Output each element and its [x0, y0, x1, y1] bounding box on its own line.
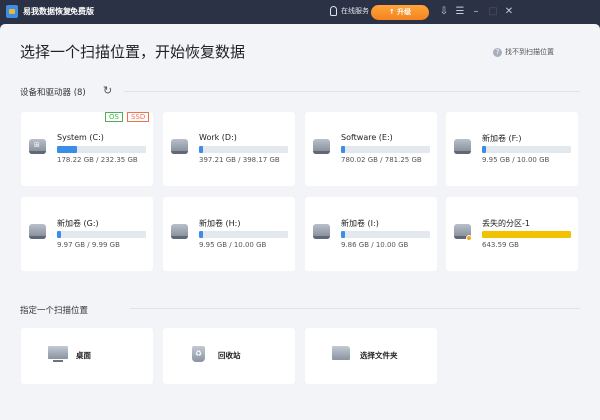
usage-fill	[341, 146, 345, 153]
ssd-badge: SSD	[127, 112, 150, 122]
drive-icon	[171, 224, 188, 239]
usage-bar	[482, 231, 571, 238]
location-label: 回收站	[218, 351, 241, 360]
usage-fill	[341, 231, 345, 238]
drive-name: Software (E:)	[341, 133, 393, 142]
locations-section-title: 指定一个扫描位置	[20, 306, 89, 316]
drive-card[interactable]: 新加卷 (F:) 9.95 GB / 10.00 GB	[446, 112, 578, 186]
usage-fill	[57, 146, 78, 153]
windows-drive-icon: ⊞	[29, 139, 46, 154]
location-card[interactable]: 桌面	[21, 328, 153, 384]
drive-size: 178.22 GB / 232.35 GB	[57, 156, 138, 164]
help-label: 找不到扫描位置	[505, 48, 554, 56]
usage-bar	[199, 231, 288, 238]
main-panel: 选择一个扫描位置，开始恢复数据 ? 找不到扫描位置 设备和驱动器 (8) ↻ 指定…	[0, 24, 600, 420]
close-icon[interactable]: ✕	[503, 6, 515, 18]
drive-icon	[454, 139, 471, 154]
edition-label: 免费版	[70, 7, 94, 16]
divider	[130, 308, 580, 309]
drive-name: 新加卷 (F:)	[482, 134, 522, 143]
minimize-icon[interactable]: –	[470, 6, 482, 18]
usage-fill	[199, 146, 203, 153]
folder-icon	[332, 346, 350, 360]
drive-card[interactable]: ⊞ System (C:) 178.22 GB / 232.35 GB	[21, 112, 153, 186]
drive-name: System (C:)	[57, 133, 104, 142]
drive-card[interactable]: 新加卷 (G:) 9.97 GB / 9.99 GB	[21, 197, 153, 271]
drive-size: 643.59 GB	[482, 241, 519, 249]
drive-size: 9.86 GB / 10.00 GB	[341, 241, 409, 249]
usage-fill	[57, 231, 61, 238]
arrow-up-icon: ↑	[388, 8, 398, 16]
title-bar: 易我数据恢复 免费版 在线服务 ↑ 升级 ⇩ ☰ – □ ✕	[0, 0, 600, 25]
drive-name: 新加卷 (I:)	[341, 219, 379, 228]
drive-name: 新加卷 (G:)	[57, 219, 99, 228]
page-title: 选择一个扫描位置，开始恢复数据	[20, 43, 246, 61]
drive-icon	[29, 224, 46, 239]
help-link[interactable]: ? 找不到扫描位置	[493, 47, 554, 57]
drive-icon	[313, 224, 330, 239]
refresh-icon[interactable]: ↻	[103, 84, 112, 97]
usage-bar	[341, 146, 430, 153]
usage-bar	[482, 146, 571, 153]
drive-card[interactable]: 丢失的分区-1 643.59 GB	[446, 197, 578, 271]
desktop-icon	[48, 346, 68, 363]
location-card[interactable]: 选择文件夹	[305, 328, 437, 384]
warning-dot-icon	[466, 235, 472, 241]
maximize-icon[interactable]: □	[487, 6, 499, 18]
drive-card[interactable]: Software (E:) 780.02 GB / 781.25 GB	[305, 112, 437, 186]
usage-bar	[57, 146, 146, 153]
usage-fill	[482, 231, 571, 238]
usage-bar	[199, 146, 288, 153]
usage-bar	[57, 231, 146, 238]
usage-bar	[341, 231, 430, 238]
drive-size: 780.02 GB / 781.25 GB	[341, 156, 422, 164]
drive-card[interactable]: 新加卷 (I:) 9.86 GB / 10.00 GB	[305, 197, 437, 271]
drive-name: 新加卷 (H:)	[199, 219, 241, 228]
usage-fill	[482, 146, 486, 153]
upgrade-label: 升级	[397, 8, 412, 16]
usage-fill	[199, 231, 203, 238]
upgrade-button[interactable]: ↑ 升级	[371, 5, 429, 20]
drive-card[interactable]: 新加卷 (H:) 9.95 GB / 10.00 GB	[163, 197, 295, 271]
question-icon: ?	[493, 48, 502, 57]
drive-name: 丢失的分区-1	[482, 219, 530, 228]
drive-size: 9.95 GB / 10.00 GB	[482, 156, 550, 164]
drive-size: 9.97 GB / 9.99 GB	[57, 241, 120, 249]
drive-icon	[171, 139, 188, 154]
online-service-link[interactable]: 在线服务	[330, 6, 369, 16]
recycle-bin-icon: ♻	[192, 346, 205, 362]
menu-icon[interactable]: ☰	[454, 6, 466, 18]
devices-section-title: 设备和驱动器 (8)	[20, 88, 86, 98]
divider	[124, 91, 580, 92]
drive-card[interactable]: Work (D:) 397.21 GB / 398.17 GB	[163, 112, 295, 186]
drive-name: Work (D:)	[199, 133, 237, 142]
drive-icon	[313, 139, 330, 154]
app-logo-icon	[6, 5, 18, 18]
online-service-label: 在线服务	[341, 7, 369, 15]
app-name: 易我数据恢复	[23, 7, 71, 16]
location-label: 选择文件夹	[360, 351, 398, 360]
location-card[interactable]: ♻ 回收站	[163, 328, 295, 384]
drive-size: 9.95 GB / 10.00 GB	[199, 241, 267, 249]
location-label: 桌面	[76, 351, 91, 360]
drive-size: 397.21 GB / 398.17 GB	[199, 156, 280, 164]
download-icon[interactable]: ⇩	[438, 6, 450, 18]
os-badge: OS	[105, 112, 123, 122]
